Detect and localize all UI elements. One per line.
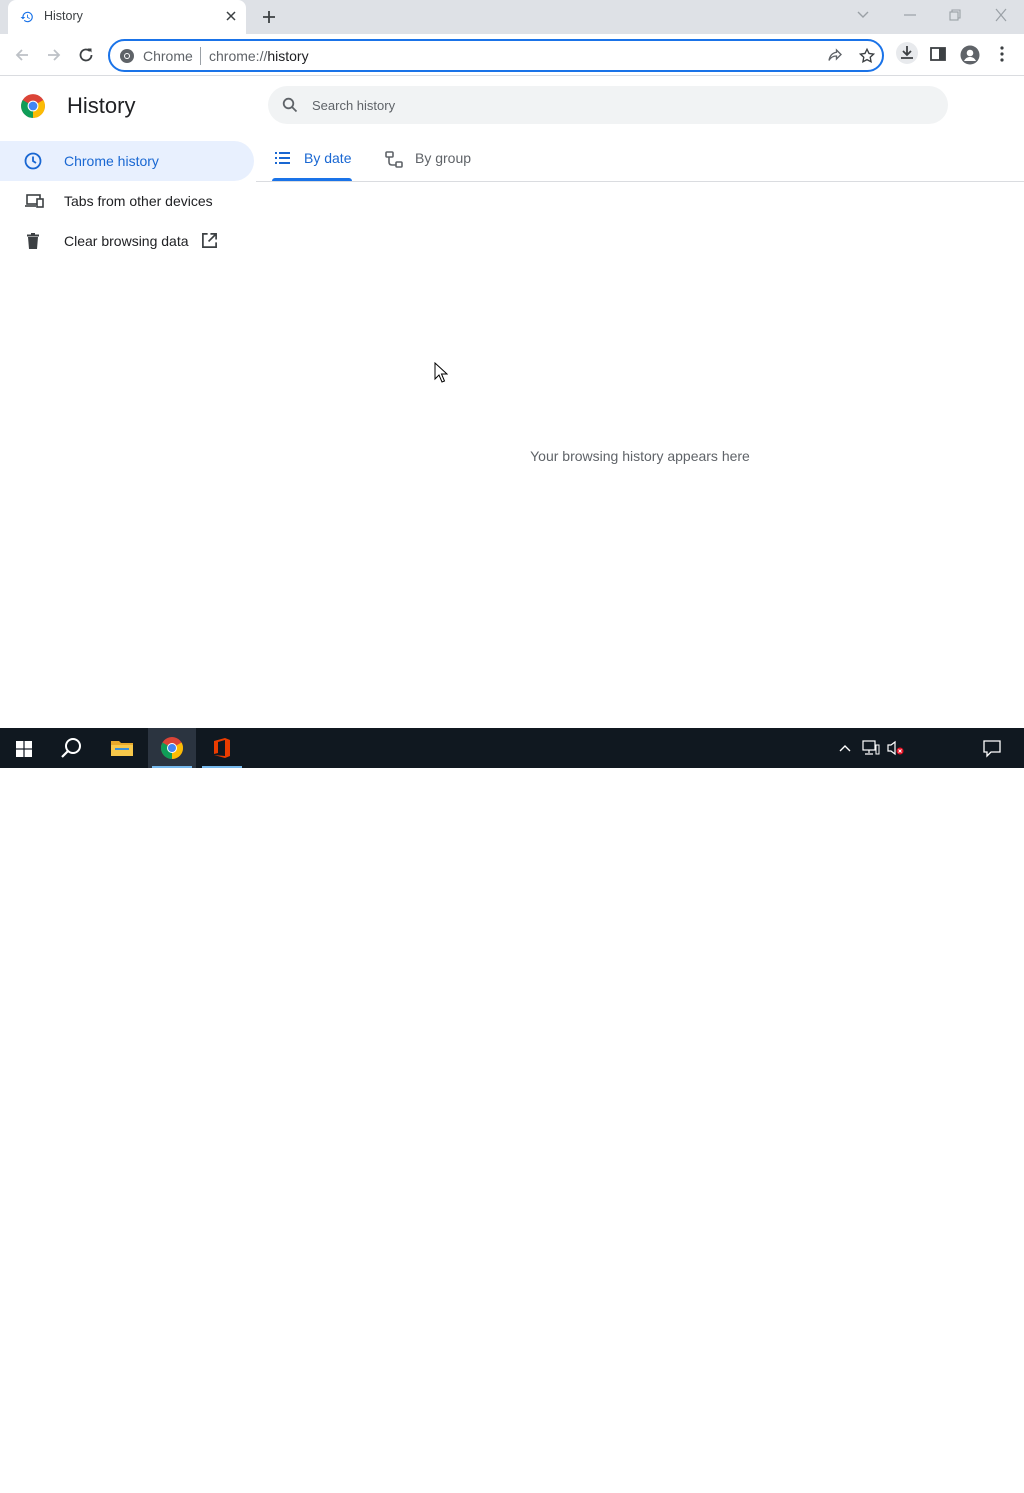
- search-icon: [282, 97, 298, 113]
- taskbar-chrome[interactable]: [148, 728, 196, 768]
- share-icon[interactable]: [826, 47, 844, 65]
- search-history-box[interactable]: [268, 86, 948, 124]
- windows-logo-icon: [16, 741, 32, 757]
- sidebar-item-label: Clear browsing data: [64, 233, 189, 249]
- chrome-page-icon[interactable]: [119, 48, 135, 64]
- omnibox-divider: [200, 47, 201, 65]
- profile-avatar-icon[interactable]: [960, 45, 980, 65]
- empty-history-message: Your browsing history appears here: [530, 448, 750, 464]
- network-icon[interactable]: [862, 740, 880, 756]
- address-bar[interactable]: Chrome chrome://history: [108, 39, 884, 72]
- history-icon: [20, 10, 34, 24]
- url-text[interactable]: chrome://history: [209, 48, 309, 64]
- tab-label: By date: [304, 150, 352, 166]
- sidebar-item-tabs-from-other-devices[interactable]: Tabs from other devices: [0, 181, 254, 221]
- side-panel-icon[interactable]: [929, 45, 947, 63]
- folder-icon: [110, 736, 134, 760]
- windows-taskbar: 4:07 PM 12/15/2023: [0, 728, 1024, 1491]
- forward-button[interactable]: [45, 46, 63, 64]
- tab-title: History: [44, 9, 83, 23]
- tab-search-chevron-icon[interactable]: [855, 8, 871, 22]
- list-icon: [274, 149, 292, 167]
- search-icon: [60, 736, 84, 760]
- taskbar-file-explorer[interactable]: [98, 728, 146, 768]
- tab-by-date[interactable]: By date: [272, 140, 352, 182]
- tab-by-group[interactable]: By group: [384, 140, 484, 182]
- back-button[interactable]: [13, 46, 31, 64]
- omnibox-chip-label: Chrome: [143, 48, 193, 64]
- start-button[interactable]: [0, 728, 48, 768]
- clock-date: 12/15/2023: [909, 1477, 971, 1491]
- url-scheme: chrome://: [209, 48, 268, 64]
- downloads-button[interactable]: [896, 42, 918, 64]
- trash-icon: [24, 232, 42, 250]
- chrome-icon: [160, 736, 184, 760]
- menu-kebab-icon[interactable]: [994, 45, 1010, 63]
- page-title: History: [67, 93, 136, 118]
- chrome-logo-icon: [20, 93, 46, 119]
- tabs-divider: [256, 181, 1024, 182]
- clock-time: 4:07 PM: [917, 1460, 963, 1474]
- mouse-cursor-icon: [434, 362, 448, 384]
- taskbar-office[interactable]: [198, 728, 246, 768]
- taskbar-search-button[interactable]: [48, 728, 96, 768]
- bookmark-star-icon[interactable]: [858, 47, 876, 65]
- close-window-button[interactable]: [993, 8, 1009, 22]
- clock-icon: [24, 152, 42, 170]
- tab-label: By group: [415, 150, 472, 166]
- reload-button[interactable]: [77, 46, 95, 64]
- browser-toolbar: Chrome chrome://history: [0, 34, 1024, 76]
- tab-strip: History: [0, 0, 1024, 34]
- close-tab-icon[interactable]: [224, 9, 238, 23]
- group-icon: [384, 149, 404, 169]
- sidebar-item-label: Chrome history: [64, 153, 159, 169]
- new-tab-button[interactable]: [260, 8, 278, 26]
- notifications-icon[interactable]: [982, 738, 1002, 758]
- open-in-new-icon: [201, 232, 218, 249]
- url-path: history: [267, 48, 309, 64]
- browser-tab-history[interactable]: History: [8, 0, 246, 34]
- sidebar-item-chrome-history[interactable]: Chrome history: [0, 141, 254, 181]
- taskbar-clock[interactable]: 4:07 PM 12/15/2023: [904, 1459, 976, 1493]
- show-hidden-icons-chevron-icon[interactable]: [838, 741, 852, 755]
- volume-muted-icon[interactable]: [886, 740, 906, 756]
- sidebar-item-label: Tabs from other devices: [64, 193, 213, 209]
- office-icon: [210, 736, 234, 760]
- restore-button[interactable]: [947, 8, 963, 22]
- devices-icon: [24, 192, 44, 210]
- minimize-button[interactable]: [902, 8, 918, 22]
- search-history-input[interactable]: [312, 95, 912, 115]
